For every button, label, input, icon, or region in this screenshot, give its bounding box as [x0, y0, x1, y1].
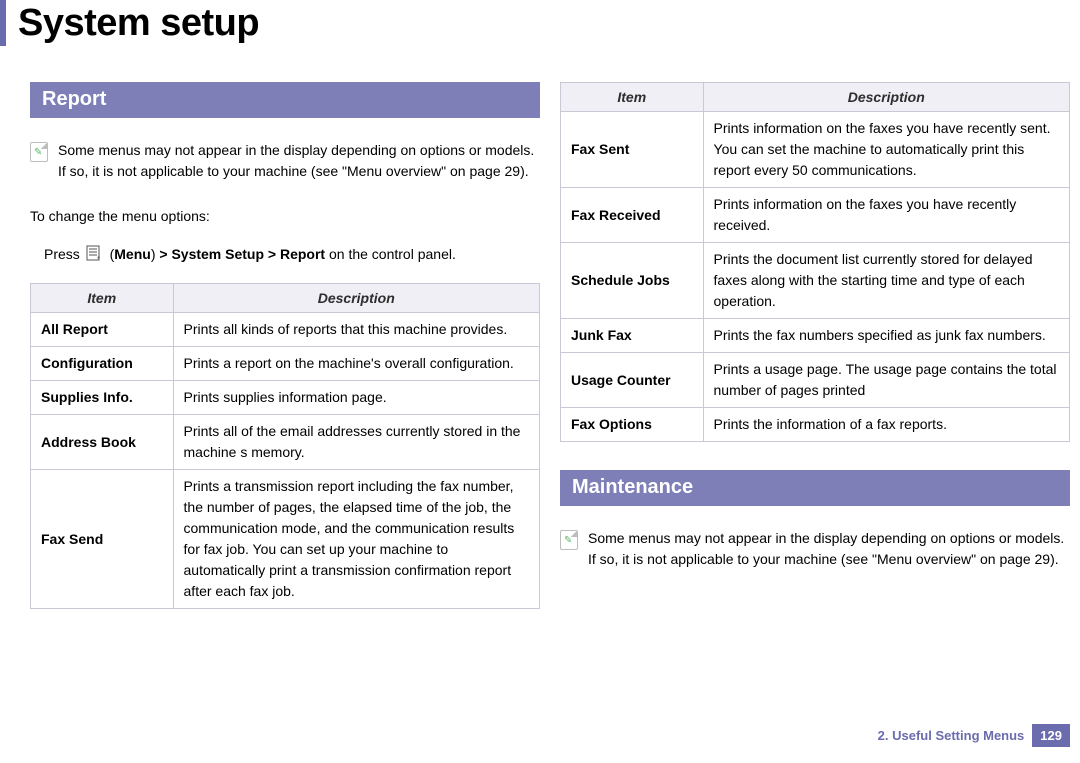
- table-row: Supplies Info.Prints supplies informatio…: [31, 381, 540, 415]
- left-column: Report Some menus may not appear in the …: [30, 82, 540, 609]
- right-column: Item Description Fax SentPrints informat…: [560, 82, 1070, 609]
- section-heading-report: Report: [30, 82, 540, 118]
- row-item: Configuration: [31, 347, 174, 381]
- content-columns: Report Some menus may not appear in the …: [0, 52, 1080, 609]
- col-header-item: Item: [561, 83, 704, 112]
- row-item: All Report: [31, 313, 174, 347]
- row-desc: Prints the information of a fax reports.: [703, 408, 1069, 442]
- press-prefix: Press: [44, 246, 80, 262]
- row-desc: Prints the document list currently store…: [703, 243, 1069, 319]
- press-path: > System Setup > Report: [159, 246, 325, 262]
- row-item: Usage Counter: [561, 353, 704, 408]
- table-row: Junk FaxPrints the fax numbers specified…: [561, 319, 1070, 353]
- row-item: Fax Received: [561, 188, 704, 243]
- row-item: Fax Send: [31, 470, 174, 609]
- row-item: Schedule Jobs: [561, 243, 704, 319]
- row-item: Fax Sent: [561, 112, 704, 188]
- table-row: Schedule JobsPrints the document list cu…: [561, 243, 1070, 319]
- report-table: Item Description All ReportPrints all ki…: [30, 283, 540, 609]
- table-row: ConfigurationPrints a report on the mach…: [31, 347, 540, 381]
- report-intro: To change the menu options:: [30, 206, 540, 227]
- row-item: Junk Fax: [561, 319, 704, 353]
- report-note-text: Some menus may not appear in the display…: [58, 140, 540, 182]
- press-menu-label: Menu: [114, 246, 151, 262]
- press-suffix: on the control panel.: [325, 246, 456, 262]
- row-desc: Prints a report on the machine's overall…: [173, 347, 539, 381]
- row-desc: Prints a transmission report including t…: [173, 470, 539, 609]
- menu-panel-icon: *: [86, 245, 104, 263]
- row-desc: Prints all kinds of reports that this ma…: [173, 313, 539, 347]
- col-header-desc: Description: [173, 284, 539, 313]
- table-row: Fax ReceivedPrints information on the fa…: [561, 188, 1070, 243]
- page-title-bar: System setup: [0, 0, 1080, 52]
- table-row: Usage CounterPrints a usage page. The us…: [561, 353, 1070, 408]
- row-desc: Prints a usage page. The usage page cont…: [703, 353, 1069, 408]
- footer-page-number: 129: [1032, 724, 1070, 747]
- title-accent: [0, 0, 6, 46]
- report-note: Some menus may not appear in the display…: [30, 140, 540, 182]
- col-header-item: Item: [31, 284, 174, 313]
- page-title: System setup: [18, 2, 259, 45]
- table-row: Fax SentPrints information on the faxes …: [561, 112, 1070, 188]
- row-desc: Prints all of the email addresses curren…: [173, 415, 539, 470]
- note-icon: [30, 142, 48, 162]
- row-desc: Prints information on the faxes you have…: [703, 188, 1069, 243]
- row-desc: Prints information on the faxes you have…: [703, 112, 1069, 188]
- page-footer: 2. Useful Setting Menus 129: [878, 724, 1070, 747]
- footer-chapter: 2. Useful Setting Menus: [878, 728, 1025, 743]
- row-desc: Prints supplies information page.: [173, 381, 539, 415]
- maintenance-note-text: Some menus may not appear in the display…: [588, 528, 1070, 570]
- note-icon: [560, 530, 578, 550]
- col-header-desc: Description: [703, 83, 1069, 112]
- row-item: Fax Options: [561, 408, 704, 442]
- maintenance-note: Some menus may not appear in the display…: [560, 528, 1070, 570]
- table-row: Fax OptionsPrints the information of a f…: [561, 408, 1070, 442]
- press-instruction: Press * (Menu) > System Setup > Report o…: [30, 243, 540, 265]
- table-row: Fax SendPrints a transmission report inc…: [31, 470, 540, 609]
- svg-text:*: *: [97, 255, 100, 263]
- table-row: Address BookPrints all of the email addr…: [31, 415, 540, 470]
- row-item: Address Book: [31, 415, 174, 470]
- row-desc: Prints the fax numbers specified as junk…: [703, 319, 1069, 353]
- row-item: Supplies Info.: [31, 381, 174, 415]
- section-heading-maintenance: Maintenance: [560, 470, 1070, 506]
- table-row: All ReportPrints all kinds of reports th…: [31, 313, 540, 347]
- report-table-continued: Item Description Fax SentPrints informat…: [560, 82, 1070, 442]
